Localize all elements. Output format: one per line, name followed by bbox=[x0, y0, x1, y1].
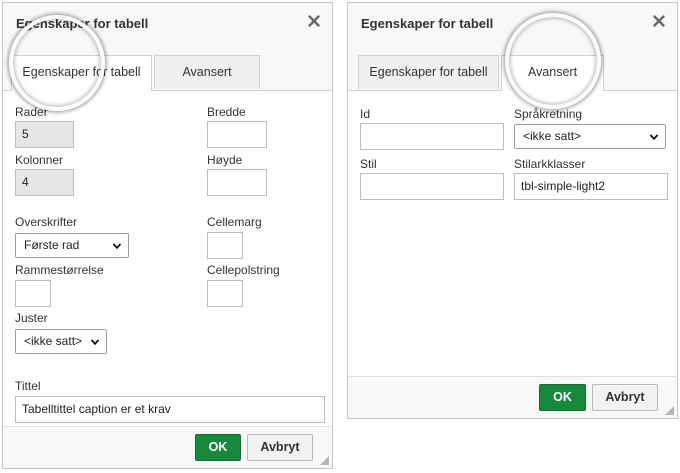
align-label: Juster bbox=[15, 311, 48, 325]
cell-padding-field[interactable] bbox=[207, 280, 243, 307]
dialog-header: Egenskaper for tabell bbox=[348, 3, 677, 47]
id-label: Id bbox=[360, 107, 371, 121]
caption-field[interactable]: Tabelltittel caption er et krav bbox=[15, 396, 325, 423]
width-label: Bredde bbox=[207, 105, 246, 119]
stylesheet-classes-label: Stilarkklasser bbox=[514, 157, 586, 171]
dialog-body: Id Språkretning <ikke satt> Stil Stilark… bbox=[348, 91, 677, 377]
resize-handle-icon[interactable] bbox=[665, 406, 674, 415]
height-label: Høyde bbox=[207, 153, 243, 167]
chevron-down-icon bbox=[112, 243, 122, 250]
caption-label: Tittel bbox=[15, 379, 41, 393]
language-direction-label: Språkretning bbox=[514, 107, 583, 121]
headers-label: Overskrifter bbox=[15, 215, 78, 229]
ok-button[interactable]: OK bbox=[539, 384, 586, 411]
chevron-down-icon bbox=[649, 134, 659, 141]
tab-bar: Egenskaper for tabell Avansert bbox=[348, 46, 677, 91]
resize-handle-icon[interactable] bbox=[320, 456, 329, 465]
dialog-footer: OK Avbryt bbox=[348, 376, 677, 418]
style-field[interactable] bbox=[360, 173, 504, 200]
cancel-button[interactable]: Avbryt bbox=[247, 434, 313, 461]
align-select-value: <ikke satt> bbox=[24, 334, 83, 348]
language-direction-value: <ikke satt> bbox=[523, 129, 582, 143]
language-direction-select[interactable]: <ikke satt> bbox=[514, 124, 666, 149]
cancel-button[interactable]: Avbryt bbox=[592, 384, 658, 411]
dialog-title: Egenskaper for tabell bbox=[16, 16, 149, 31]
chevron-down-icon bbox=[90, 339, 100, 346]
height-field[interactable] bbox=[207, 169, 267, 196]
width-field[interactable] bbox=[207, 121, 267, 148]
dialog-body: Rader 5 Bredde Kolonner 4 Høyde Overskri… bbox=[3, 91, 332, 427]
border-size-label: Rammestørrelse bbox=[15, 263, 104, 277]
tab-advanced[interactable]: Avansert bbox=[154, 55, 260, 89]
table-properties-dialog-right: Egenskaper for tabell Egenskaper for tab… bbox=[347, 2, 678, 419]
headers-select-value: Første rad bbox=[24, 238, 80, 252]
dialog-footer: OK Avbryt bbox=[3, 426, 332, 468]
rows-field[interactable]: 5 bbox=[15, 121, 74, 148]
cell-spacing-label: Cellemarg bbox=[207, 215, 262, 229]
ok-button[interactable]: OK bbox=[195, 434, 241, 461]
rows-label: Rader bbox=[15, 105, 48, 119]
tab-table-properties[interactable]: Egenskaper for tabell bbox=[358, 55, 499, 89]
cell-padding-label: Cellepolstring bbox=[207, 263, 280, 277]
align-select[interactable]: <ikke satt> bbox=[15, 329, 107, 354]
tab-bar: Egenskaper for tabell Avansert bbox=[3, 46, 332, 91]
columns-field[interactable]: 4 bbox=[15, 169, 74, 196]
dialog-header: Egenskaper for tabell bbox=[3, 3, 332, 47]
cell-spacing-field[interactable] bbox=[207, 232, 243, 259]
dialog-title: Egenskaper for tabell bbox=[361, 16, 494, 31]
stylesheet-classes-field[interactable]: tbl-simple-light2 bbox=[514, 173, 668, 200]
table-properties-dialog-left: Egenskaper for tabell Egenskaper for tab… bbox=[2, 2, 333, 469]
tab-advanced[interactable]: Avansert bbox=[501, 55, 604, 91]
close-icon[interactable] bbox=[651, 13, 667, 29]
headers-select[interactable]: Første rad bbox=[15, 233, 129, 258]
columns-label: Kolonner bbox=[15, 153, 64, 167]
id-field[interactable] bbox=[360, 123, 504, 150]
border-size-field[interactable] bbox=[15, 280, 51, 307]
close-icon[interactable] bbox=[306, 13, 322, 29]
style-label: Stil bbox=[360, 157, 377, 171]
tab-table-properties[interactable]: Egenskaper for tabell bbox=[11, 55, 152, 91]
